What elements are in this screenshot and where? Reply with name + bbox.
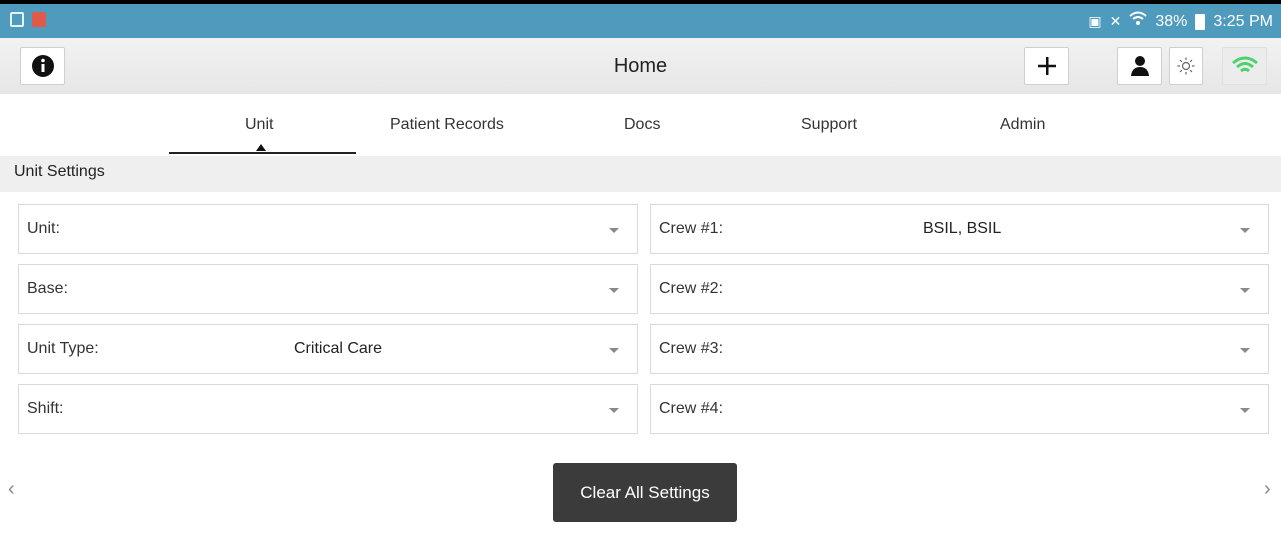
page-title: Home: [613, 55, 668, 77]
field-label: Crew #2:: [659, 280, 724, 297]
chevron-down-icon: [609, 228, 619, 233]
field-label: Shift:: [27, 400, 64, 417]
unit-dropdown[interactable]: Unit:: [18, 204, 638, 254]
connection-status-button[interactable]: [1222, 47, 1267, 85]
crew-2-dropdown[interactable]: Crew #2:: [650, 264, 1269, 314]
previous-page-icon[interactable]: ‹: [8, 478, 15, 501]
image-notification-icon: [10, 12, 24, 27]
field-label: Base:: [27, 280, 68, 297]
tab-bar: Unit Patient Records Docs Support Admin: [0, 94, 1281, 156]
battery-percent: 38%: [1155, 12, 1188, 30]
crew-4-dropdown[interactable]: Crew #4:: [650, 384, 1269, 434]
base-dropdown[interactable]: Base:: [18, 264, 638, 314]
shift-dropdown[interactable]: Shift:: [18, 384, 638, 434]
plus-icon: [1037, 57, 1056, 75]
tab-unit[interactable]: Unit: [245, 116, 273, 134]
mute-icon: ✕: [1109, 13, 1122, 29]
chevron-down-icon: [609, 348, 619, 353]
battery-charging-icon: [1195, 13, 1206, 30]
tab-support[interactable]: Support: [801, 116, 857, 134]
field-value: Critical Care: [294, 340, 383, 357]
field-value: BSIL, BSIL: [923, 220, 1002, 237]
crew-1-dropdown[interactable]: Crew #1: BSIL, BSIL: [650, 204, 1269, 254]
cast-icon: ▣: [1088, 13, 1102, 29]
field-label: Crew #1:: [659, 220, 724, 237]
add-button[interactable]: [1024, 47, 1069, 85]
field-label: Unit Type:: [27, 340, 99, 357]
wifi-icon: [1129, 11, 1148, 32]
user-icon: [1130, 56, 1149, 76]
wifi-icon: [1231, 56, 1258, 73]
tab-admin[interactable]: Admin: [1000, 116, 1045, 134]
field-label: Crew #3:: [659, 340, 724, 357]
active-tab-underline: [169, 152, 356, 154]
tab-patient-records[interactable]: Patient Records: [390, 116, 504, 134]
app-bar: Home: [0, 38, 1281, 94]
chevron-down-icon: [1240, 288, 1250, 293]
status-bar: ▣ ✕ 38% 3:25 PM: [0, 0, 1281, 38]
chevron-down-icon: [609, 408, 619, 413]
unit-type-dropdown[interactable]: Unit Type: Critical Care: [18, 324, 638, 374]
active-tab-indicator-icon: [256, 144, 266, 151]
field-label: Crew #4:: [659, 400, 724, 417]
app-notification-icon: [32, 12, 46, 27]
chevron-down-icon: [1240, 408, 1250, 413]
crew-3-dropdown[interactable]: Crew #3:: [650, 324, 1269, 374]
tab-docs[interactable]: Docs: [624, 116, 660, 134]
chevron-down-icon: [1240, 348, 1250, 353]
clock: 3:25 PM: [1213, 12, 1273, 30]
field-label: Unit:: [27, 220, 60, 237]
chevron-down-icon: [1240, 228, 1250, 233]
user-button[interactable]: [1117, 47, 1162, 85]
section-header: Unit Settings: [0, 156, 1281, 192]
chevron-down-icon: [609, 288, 619, 293]
brightness-icon: [1177, 57, 1195, 75]
brightness-button[interactable]: [1169, 47, 1203, 85]
next-page-icon[interactable]: ›: [1264, 478, 1271, 501]
clear-all-settings-button[interactable]: Clear All Settings: [553, 463, 737, 522]
